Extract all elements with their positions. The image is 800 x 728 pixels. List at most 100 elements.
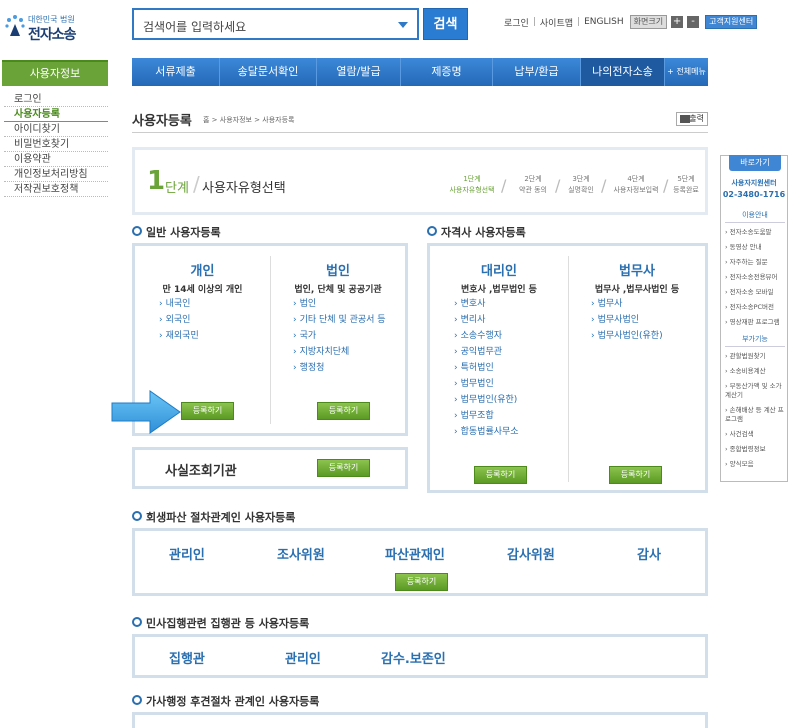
- search-input[interactable]: 검색어를 입력하세요: [132, 8, 419, 40]
- step-desc: 실명확인: [568, 186, 594, 194]
- court-emblem-icon: [5, 15, 25, 36]
- nav-payment-refund[interactable]: 납부/환급: [493, 58, 581, 86]
- list-item[interactable]: 자주하는 질문: [725, 258, 787, 267]
- sidebar-item-find-password[interactable]: 비밀번호찾기: [4, 137, 108, 152]
- list-item[interactable]: 합동법률사무소: [454, 424, 519, 440]
- list-item[interactable]: 법무사법인(유한): [591, 328, 663, 344]
- separator: /: [193, 172, 200, 196]
- list-item[interactable]: 종합법령정보: [725, 445, 787, 454]
- list-item[interactable]: 동영상 안내: [725, 243, 787, 252]
- search-placeholder: 검색어를 입력하세요: [143, 20, 247, 34]
- section-rehab-header: 회생파산 절차관계인 사용자등록: [132, 509, 295, 525]
- list-item[interactable]: 관할법원찾기: [725, 352, 787, 361]
- step-5: 5단계 등록완료: [671, 174, 701, 196]
- search-button[interactable]: 검색: [423, 8, 468, 40]
- list-item[interactable]: 전자소송전용뷰어: [725, 273, 787, 282]
- logo[interactable]: 대한민국 법원 전자소송: [4, 12, 84, 43]
- sidebar-item-login[interactable]: 로그인: [4, 92, 108, 107]
- step-label: 3단계: [572, 175, 590, 183]
- corporate-column: 법인 법인, 단체 및 공공기관 법인 기타 단체 및 관공서 등 국가 지방자…: [271, 246, 405, 433]
- list-item[interactable]: 법무사: [591, 296, 663, 312]
- list-item[interactable]: 소송비용계산: [725, 367, 787, 376]
- register-fact-button[interactable]: 등록하기: [317, 459, 370, 477]
- corporate-title: 법인: [326, 264, 350, 279]
- main-nav: 서류제출 송달문서확인 열람/발급 제증명 납부/환급 나의전자소송 + 전체메…: [132, 58, 708, 104]
- printer-icon: [680, 115, 690, 123]
- list-item[interactable]: 변리사: [454, 312, 519, 328]
- list-item[interactable]: 법무법인: [454, 376, 519, 392]
- extra-header: 부가기능: [725, 334, 785, 347]
- list-item[interactable]: 지방자치단체: [293, 344, 393, 360]
- nav-view-issue[interactable]: 열람/발급: [317, 58, 401, 86]
- list-item[interactable]: 손해배상 등 계산 프로그램: [725, 406, 787, 424]
- support-center-info[interactable]: 사용자지원센터 02-3480-1716: [721, 178, 787, 200]
- list-item[interactable]: 전자소송 모바일: [725, 288, 787, 297]
- list-item[interactable]: 내국인: [159, 296, 199, 312]
- register-personal-button[interactable]: 등록하기: [181, 402, 234, 420]
- rehab-item-audit-committee: 감사위원: [507, 548, 555, 563]
- sidebar-item-terms[interactable]: 이용약관: [4, 152, 108, 167]
- sidebar-item-privacy[interactable]: 개인정보처리방침: [4, 167, 108, 182]
- list-item[interactable]: 법무사법인: [591, 312, 663, 328]
- list-item[interactable]: 특허법인: [454, 360, 519, 376]
- support-center-button[interactable]: 고객지원센터: [705, 15, 758, 29]
- register-corporate-button[interactable]: 등록하기: [317, 402, 370, 420]
- separator: |: [577, 17, 581, 27]
- list-item[interactable]: 기타 단체 및 관공서 등: [293, 312, 393, 328]
- register-scrivener-button[interactable]: 등록하기: [609, 466, 662, 484]
- rehab-card: 관리인 조사위원 파산관재인 감사위원 감사 등록하기: [132, 528, 708, 596]
- list-item[interactable]: 법인: [293, 296, 393, 312]
- list-item[interactable]: 전자소송PC버전: [725, 303, 787, 312]
- list-item[interactable]: 행정청: [293, 360, 393, 376]
- support-center-phone: 02-3480-1716: [722, 190, 786, 199]
- scrivener-column: 법무사 법무사 ,법무사법인 등 법무사 법무사법인 법무사법인(유한) 등록하…: [569, 246, 705, 490]
- list-item[interactable]: 외국인: [159, 312, 199, 328]
- list-item[interactable]: 소송수행자: [454, 328, 519, 344]
- separator: /: [555, 176, 561, 195]
- register-rehab-button[interactable]: 등록하기: [395, 573, 448, 591]
- step-2: 2단계 약관 동의: [507, 174, 559, 196]
- login-link[interactable]: 로그인: [504, 16, 529, 29]
- nav-all-menu[interactable]: + 전체메뉴보기: [665, 58, 708, 104]
- step-number: 1: [147, 166, 166, 196]
- register-agent-button[interactable]: 등록하기: [474, 466, 527, 484]
- zoom-in-button[interactable]: +: [671, 16, 684, 28]
- step-unit: 단계: [165, 181, 189, 196]
- scrivener-subtitle: 법무사 ,법무사법인 등: [594, 285, 680, 295]
- list-item[interactable]: 사건검색: [725, 430, 787, 439]
- step-indicator: 1 단계 / 사용자유형선택 1단계 사용자유형선택 / 2단계 약관 동의 /…: [132, 147, 708, 215]
- personal-list: 내국인 외국인 재외국민: [159, 296, 199, 344]
- logo-title: 전자소송: [28, 27, 77, 43]
- sidebar-item-copyright[interactable]: 저작권보호정책: [4, 182, 108, 197]
- list-item[interactable]: 국가: [293, 328, 393, 344]
- list-item[interactable]: 영상재판 프로그램: [725, 318, 787, 327]
- sidebar-title: 사용자정보: [2, 60, 108, 86]
- sidebar-item-find-id[interactable]: 아이디찾기: [4, 122, 108, 137]
- nav-certificates[interactable]: 제증명: [401, 58, 493, 86]
- list-item[interactable]: 양식모음: [725, 460, 787, 469]
- sidebar-item-register[interactable]: 사용자등록: [4, 107, 108, 122]
- list-item[interactable]: 전자소송도움말: [725, 228, 787, 237]
- rehab-item-manager: 관리인: [169, 548, 205, 563]
- fact-title: 사실조회기관: [165, 464, 237, 479]
- nav-my-ecourt[interactable]: 나의전자소송: [581, 58, 665, 86]
- list-item[interactable]: 변호사: [454, 296, 519, 312]
- nav-service-check[interactable]: 송달문서확인: [220, 58, 317, 86]
- sitemap-link[interactable]: 사이트맵: [540, 16, 573, 29]
- list-item[interactable]: 부동산가액 및 소가계산기: [725, 382, 787, 400]
- list-item[interactable]: 법무법인(유한): [454, 392, 519, 408]
- scrivener-title: 법무사: [619, 264, 655, 279]
- nav-submit-documents[interactable]: 서류제출: [132, 58, 220, 86]
- quick-menu: 바로가기 사용자지원센터 02-3480-1716 이용안내 전자소송도움말 동…: [720, 155, 788, 482]
- zoom-out-button[interactable]: -: [687, 16, 700, 28]
- list-item[interactable]: 공익법무관: [454, 344, 519, 360]
- personal-title: 개인: [190, 264, 215, 279]
- list-item[interactable]: 법무조합: [454, 408, 519, 424]
- print-button[interactable]: 출력: [676, 112, 708, 126]
- list-item[interactable]: 재외국민: [159, 328, 199, 344]
- english-link[interactable]: ENGLISH: [584, 17, 624, 27]
- civil-item-custodian: 감수.보존인: [381, 652, 446, 667]
- scrivener-list: 법무사 법무사법인 법무사법인(유한): [591, 296, 663, 344]
- chevron-down-icon[interactable]: [398, 22, 408, 28]
- step-label: 2단계: [524, 175, 542, 183]
